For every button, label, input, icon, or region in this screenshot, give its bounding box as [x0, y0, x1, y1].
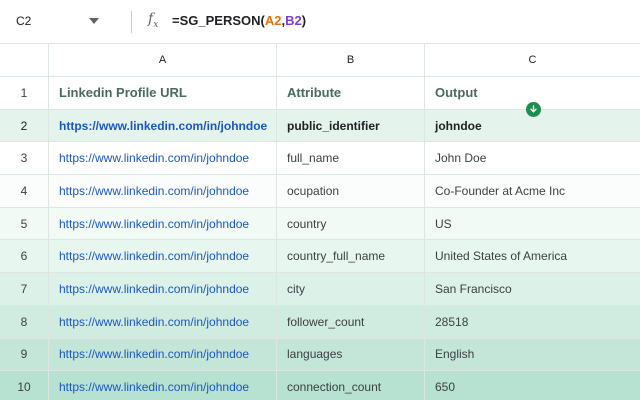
- cell-a5[interactable]: https://www.linkedin.com/in/johndoe: [49, 208, 277, 240]
- row-number[interactable]: 6: [0, 240, 49, 272]
- table-row: 2https://www.linkedin.com/in/johndoepubl…: [0, 110, 640, 143]
- table-row: 7https://www.linkedin.com/in/johndoecity…: [0, 273, 640, 306]
- row-number[interactable]: 10: [0, 371, 49, 400]
- select-all-corner[interactable]: [0, 44, 49, 76]
- formula-suffix: ): [302, 13, 306, 28]
- cell-a2[interactable]: https://www.linkedin.com/in/johndoe: [49, 110, 277, 142]
- cell-b10[interactable]: connection_count: [277, 371, 425, 400]
- row-number[interactable]: 3: [0, 142, 49, 174]
- formula-arg-a2: A2: [265, 13, 282, 28]
- formula-prefix: =SG_PERSON(: [172, 13, 265, 28]
- cell-c9[interactable]: English: [425, 339, 640, 371]
- cell-b9[interactable]: languages: [277, 339, 425, 371]
- column-header-c[interactable]: C: [425, 44, 640, 76]
- cell-b5[interactable]: country: [277, 208, 425, 240]
- column-header-b[interactable]: B: [277, 44, 425, 76]
- name-box[interactable]: C2: [16, 14, 31, 28]
- table-row: 1 Linkedin Profile URL Attribute Output: [0, 77, 640, 110]
- row-number[interactable]: 5: [0, 208, 49, 240]
- cell-c10[interactable]: 650: [425, 371, 640, 400]
- cell-b1[interactable]: Attribute: [277, 77, 425, 109]
- table-row: 8https://www.linkedin.com/in/johndoefoll…: [0, 306, 640, 339]
- table-row: 10https://www.linkedin.com/in/johndoecon…: [0, 371, 640, 400]
- cell-c4[interactable]: Co-Founder at Acme Inc: [425, 175, 640, 207]
- fx-icon: fx: [148, 11, 158, 30]
- cell-b7[interactable]: city: [277, 273, 425, 305]
- cell-b4[interactable]: ocupation: [277, 175, 425, 207]
- cell-a9[interactable]: https://www.linkedin.com/in/johndoe: [49, 339, 277, 371]
- caret-down-icon[interactable]: [88, 16, 100, 26]
- cell-b2[interactable]: public_identifier: [277, 110, 425, 142]
- cell-c5[interactable]: US: [425, 208, 640, 240]
- cell-a3[interactable]: https://www.linkedin.com/in/johndoe: [49, 142, 277, 174]
- cell-a1[interactable]: Linkedin Profile URL: [49, 77, 277, 109]
- cell-a8[interactable]: https://www.linkedin.com/in/johndoe: [49, 306, 277, 338]
- column-header-row: A B C: [0, 44, 640, 77]
- row-number[interactable]: 9: [0, 339, 49, 371]
- download-arrow-icon[interactable]: [526, 102, 541, 117]
- row-number[interactable]: 7: [0, 273, 49, 305]
- cell-a7[interactable]: https://www.linkedin.com/in/johndoe: [49, 273, 277, 305]
- cell-c3[interactable]: John Doe: [425, 142, 640, 174]
- cell-a6[interactable]: https://www.linkedin.com/in/johndoe: [49, 240, 277, 272]
- formula-arg-b2: B2: [285, 13, 302, 28]
- formula-input[interactable]: =SG_PERSON(A2,B2): [172, 13, 306, 28]
- cell-c6[interactable]: United States of America: [425, 240, 640, 272]
- spreadsheet-grid: A B C 1 Linkedin Profile URL Attribute O…: [0, 44, 640, 400]
- row-number[interactable]: 2: [0, 110, 49, 142]
- cell-c7[interactable]: San Francisco: [425, 273, 640, 305]
- cell-b8[interactable]: follower_count: [277, 306, 425, 338]
- cell-b6[interactable]: country_full_name: [277, 240, 425, 272]
- table-row: 3https://www.linkedin.com/in/johndoefull…: [0, 142, 640, 175]
- table-row: 9https://www.linkedin.com/in/johndoelang…: [0, 339, 640, 372]
- formula-bar-divider: [131, 11, 132, 33]
- row-number[interactable]: 8: [0, 306, 49, 338]
- row-number[interactable]: 1: [0, 77, 49, 109]
- cell-a10[interactable]: https://www.linkedin.com/in/johndoe: [49, 371, 277, 400]
- table-row: 6https://www.linkedin.com/in/johndoecoun…: [0, 240, 640, 273]
- row-number[interactable]: 4: [0, 175, 49, 207]
- cell-b3[interactable]: full_name: [277, 142, 425, 174]
- table-row: 5https://www.linkedin.com/in/johndoecoun…: [0, 208, 640, 241]
- formula-bar: C2 fx =SG_PERSON(A2,B2): [0, 0, 640, 44]
- cell-a4[interactable]: https://www.linkedin.com/in/johndoe: [49, 175, 277, 207]
- column-header-a[interactable]: A: [49, 44, 277, 76]
- table-row: 4https://www.linkedin.com/in/johndoeocup…: [0, 175, 640, 208]
- cell-c8[interactable]: 28518: [425, 306, 640, 338]
